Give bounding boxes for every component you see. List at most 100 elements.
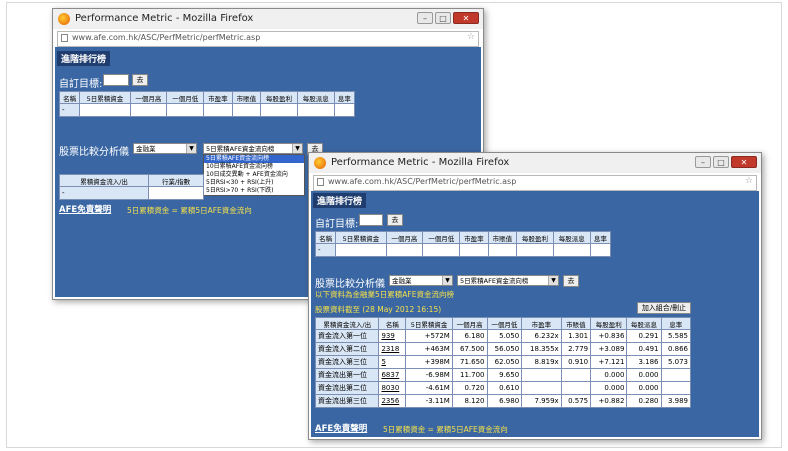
- stock-code-link[interactable]: 6837: [378, 368, 407, 382]
- chevron-down-icon: ▼: [548, 276, 558, 285]
- page-header: 進階排行榜: [313, 193, 367, 208]
- close-button[interactable]: ✕: [453, 12, 479, 24]
- col-name: 名稱: [314, 231, 337, 244]
- table-row: 資金流出第一位 6837 -6.98M 11.700 9.650 0.000 0…: [314, 368, 691, 382]
- col-month-high: 一個月高: [385, 231, 424, 244]
- row-label: -: [58, 103, 81, 117]
- compare-label: 股票比較分析儀: [59, 147, 129, 158]
- compare-label: 股票比較分析儀: [315, 279, 385, 290]
- maximize-button[interactable]: □: [435, 12, 451, 24]
- stock-code-link[interactable]: 2318: [378, 342, 407, 356]
- col-month-high: 一個月高: [451, 317, 488, 330]
- bookmark-star-icon[interactable]: ☆: [467, 32, 475, 42]
- col-pe: 市盈率: [459, 231, 489, 244]
- col-month-low: 一個月低: [486, 317, 523, 330]
- afe-disclaimer-link[interactable]: AFE免責聲明: [59, 203, 111, 215]
- dropdown-option[interactable]: 5日RSI<30 + RSI(上升): [204, 179, 304, 187]
- legend-note: 5日累積資金 = 累積5日AFE資金流向: [127, 206, 252, 215]
- col-name: 名稱: [378, 317, 407, 330]
- col-month-high: 一個月高: [129, 91, 168, 104]
- close-button[interactable]: ✕: [731, 156, 757, 168]
- col-yield: 息率: [589, 231, 612, 244]
- table-row: -: [58, 186, 204, 200]
- col-eps: 每股盈利: [260, 91, 298, 104]
- maximize-button[interactable]: □: [713, 156, 729, 168]
- dropdown-option[interactable]: 10日累積AFE資金流向榜: [204, 163, 304, 171]
- col-dps: 每股派息: [626, 317, 662, 330]
- go-button[interactable]: 去: [132, 74, 148, 86]
- info-line-2: 股票資料截至 (28 May 2012 16:15): [315, 305, 442, 314]
- row-label: 資金流出第一位: [314, 368, 380, 382]
- address-bar[interactable]: www.afe.com.hk/ASC/PerfMetric/perfMetric…: [57, 31, 479, 47]
- url-text: www.afe.com.hk/ASC/PerfMetric/perfMetric…: [72, 33, 261, 42]
- title-bar[interactable]: Performance Metric - Mozilla Firefox – □…: [309, 153, 761, 173]
- col-eps: 每股盈利: [590, 317, 628, 330]
- add-portfolio-button[interactable]: 加入組合/刪止: [637, 302, 691, 314]
- custom-target-input[interactable]: [103, 74, 129, 86]
- col-pb: 市賬值: [560, 317, 592, 330]
- col-yield: 息率: [660, 317, 691, 330]
- flow-value: +463M: [405, 342, 453, 356]
- stock-code-link[interactable]: 939: [378, 329, 407, 343]
- col-yield: 息率: [333, 91, 356, 104]
- custom-target-input[interactable]: [359, 214, 383, 226]
- col-dps: 每股派息: [552, 231, 591, 244]
- table-row: 資金流入第一位 939 +572M 6.180 5.050 6.232x 1.3…: [314, 329, 691, 343]
- col-month-low: 一個月低: [166, 91, 205, 104]
- metric-select[interactable]: 5日累積AFE資金流向榜 ▼: [203, 143, 303, 154]
- window-title: Performance Metric - Mozilla Firefox: [75, 13, 254, 24]
- col-pb: 市賬值: [487, 231, 518, 244]
- table-header-row: 名稱 5日累積資金 一個月高 一個月低 市盈率 市賬值 每股盈利 每股派息 息率: [314, 231, 612, 244]
- top-metric-table: 名稱 5日累積資金 一個月高 一個月低 市盈率 市賬值 每股盈利 每股派息 息率…: [58, 91, 356, 117]
- col-5day-flow: 5日累積資金: [79, 91, 131, 104]
- metric-dropdown-list[interactable]: 5日累積AFE資金流向榜 10日累積AFE資金流向榜 10日成交異動 + AFE…: [203, 154, 305, 196]
- table-row: -: [58, 103, 356, 117]
- col-eps: 每股盈利: [516, 231, 554, 244]
- firefox-icon: [58, 13, 70, 25]
- stock-code-link[interactable]: 5: [378, 355, 407, 369]
- row-label: 資金流入第二位: [314, 342, 380, 356]
- compare-go-button[interactable]: 去: [563, 275, 579, 287]
- col-flow-in-out: 累積資金流入/出: [314, 317, 380, 330]
- metric-select[interactable]: 5日累積AFE資金流向榜 ▼: [457, 275, 559, 286]
- sector-select[interactable]: 金融業 ▼: [133, 143, 197, 154]
- table-row: 資金流出第三位 2356 -3.11M 8.120 6.980 7.959x 0…: [314, 394, 691, 408]
- stock-code-link[interactable]: 8030: [378, 381, 407, 395]
- custom-target-label: 自訂目標:: [315, 219, 359, 230]
- sector-select[interactable]: 金融業 ▼: [389, 275, 453, 286]
- col-pb: 市賬值: [231, 91, 262, 104]
- dropdown-option[interactable]: 10日成交異動 + AFE資金流向: [204, 171, 304, 179]
- row-label: -: [314, 243, 337, 257]
- window-title: Performance Metric - Mozilla Firefox: [331, 157, 510, 168]
- address-bar[interactable]: www.afe.com.hk/ASC/PerfMetric/perfMetric…: [313, 175, 757, 191]
- row-label: 資金流出第三位: [314, 394, 380, 408]
- col-5day-flow: 5日累積資金: [335, 231, 387, 244]
- dropdown-option[interactable]: 5日累積AFE資金流向榜: [204, 155, 304, 163]
- col-month-low: 一個月低: [422, 231, 461, 244]
- chevron-down-icon: ▼: [186, 144, 196, 153]
- minimize-button[interactable]: –: [695, 156, 711, 168]
- stock-code-link[interactable]: 2356: [378, 394, 407, 408]
- page-icon: [317, 178, 324, 186]
- info-line-1: 以下資料為金融業5日累積AFE資金流向榜: [315, 290, 454, 299]
- table-header-row: 累積資金流入/出 行業/指數: [58, 174, 204, 187]
- chevron-down-icon: ▼: [442, 276, 452, 285]
- col-pe: 市盈率: [203, 91, 233, 104]
- go-button[interactable]: 去: [387, 214, 403, 226]
- custom-target-label: 自訂目標:: [59, 79, 103, 90]
- minimize-button[interactable]: –: [417, 12, 433, 24]
- dropdown-option[interactable]: 5日RSI>70 + RSI(下跌): [204, 187, 304, 195]
- bookmark-star-icon[interactable]: ☆: [745, 176, 753, 186]
- table-row: 資金流出第二位 8030 -4.61M 0.720 0.610 0.000 0.…: [314, 381, 691, 395]
- browser-window-front[interactable]: Performance Metric - Mozilla Firefox – □…: [308, 152, 762, 440]
- afe-disclaimer-link[interactable]: AFE免責聲明: [315, 422, 367, 434]
- table-row: 資金流入第二位 2318 +463M 67.500 56.050 18.355x…: [314, 342, 691, 356]
- flow-value: +398M: [405, 355, 453, 369]
- page-icon: [61, 34, 68, 42]
- row-label: 資金流入第一位: [314, 329, 380, 343]
- row-label: 資金流入第三位: [314, 355, 380, 369]
- title-bar[interactable]: Performance Metric - Mozilla Firefox – □…: [53, 9, 483, 29]
- page-header: 進階排行榜: [57, 51, 111, 66]
- results-table: 累積資金流入/出 名稱 5日累積資金 一個月高 一個月低 市盈率 市賬值 每股盈…: [314, 317, 691, 408]
- col-flow-in-out: 累積資金流入/出: [58, 174, 150, 187]
